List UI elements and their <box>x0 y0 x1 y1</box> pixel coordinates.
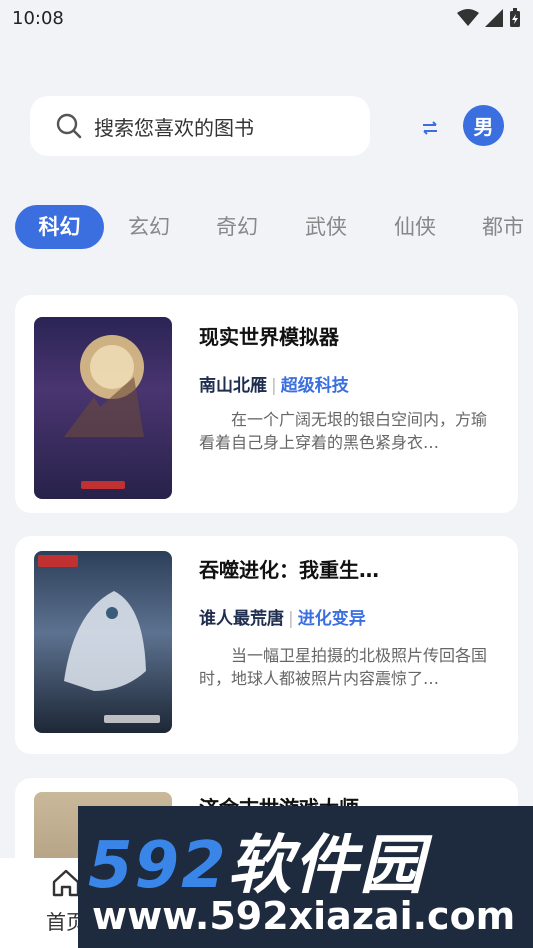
watermark-logo: 592软件园 www.592xiazai.com <box>78 806 533 948</box>
home-icon <box>52 869 80 897</box>
book-meta: 谁人最荒唐 | 进化变异 <box>199 609 366 629</box>
book-description: 当一幅卫星拍摄的北极照片传回各国时，地球人都被照片内容震惊了… <box>199 646 488 688</box>
book-card[interactable]: 现实世界模拟器 南山北雁 | 超级科技 在一个广阔无垠的银白空间内，方瑜看着自己身上… <box>15 295 518 513</box>
book-title: 吞噬进化：我重生… <box>199 558 379 582</box>
tab-scifi[interactable]: 科幻 <box>15 205 104 249</box>
search-icon <box>56 113 82 139</box>
category-tabs: 科幻 玄幻 奇幻 武侠 仙侠 都市 <box>15 205 533 251</box>
tab-xianxia[interactable]: 仙侠 <box>385 205 445 249</box>
book-meta: 南山北雁 | 超级科技 <box>199 376 349 396</box>
book-cover <box>34 551 172 733</box>
wifi-icon <box>457 9 479 26</box>
watermark-brand-number: 592 <box>88 829 228 903</box>
book-author: 谁人最荒唐 <box>199 609 284 629</box>
tab-fantasy[interactable]: 奇幻 <box>207 205 267 249</box>
battery-icon <box>510 8 520 27</box>
gender-toggle-button[interactable]: 男 <box>463 105 504 146</box>
signal-icon <box>485 9 503 27</box>
search-input[interactable]: 搜索您喜欢的图书 <box>30 96 370 156</box>
watermark-url: www.592xiazai.com <box>92 894 516 938</box>
status-bar: 10:08 <box>0 0 533 36</box>
book-card[interactable]: 吞噬进化：我重生… 谁人最荒唐 | 进化变异 当一幅卫星拍摄的北极照片传回各国时，地… <box>15 536 518 754</box>
tab-xuanhuan[interactable]: 玄幻 <box>119 205 179 249</box>
book-cover <box>34 317 172 499</box>
watermark-brand-name: 软件园 <box>227 829 426 903</box>
status-icons <box>457 8 521 28</box>
tab-urban[interactable]: 都市 <box>473 205 533 249</box>
book-author: 南山北雁 <box>199 376 267 396</box>
book-title: 现实世界模拟器 <box>199 325 339 349</box>
book-genre: 进化变异 <box>297 609 366 629</box>
swap-button[interactable] <box>412 110 448 146</box>
book-genre: 超级科技 <box>280 376 349 396</box>
search-placeholder: 搜索您喜欢的图书 <box>94 115 254 140</box>
tab-wuxia[interactable]: 武侠 <box>296 205 356 249</box>
book-description: 在一个广阔无垠的银白空间内，方瑜看着自己身上穿着的黑色紧身衣… <box>199 410 488 452</box>
status-time: 10:08 <box>12 7 64 29</box>
swap-icon <box>423 121 437 135</box>
